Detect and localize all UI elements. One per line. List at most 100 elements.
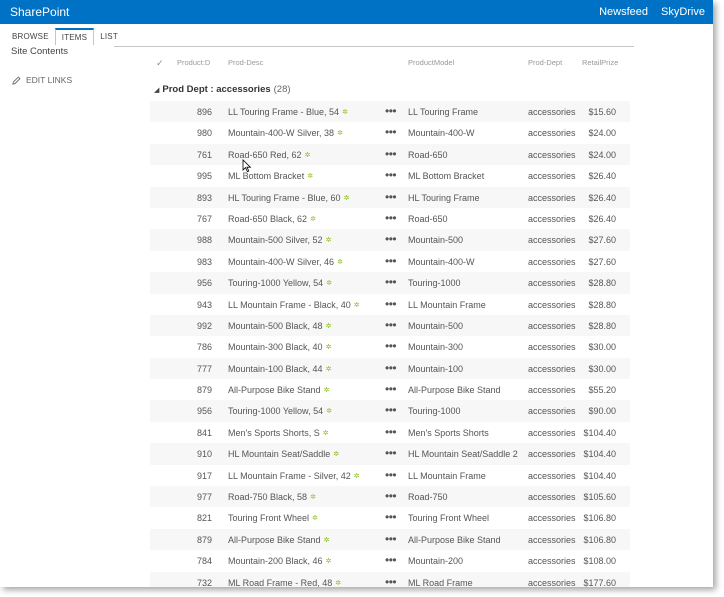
item-menu-ellipsis-icon[interactable]: ••• (385, 403, 397, 417)
item-menu-ellipsis-icon[interactable]: ••• (385, 532, 397, 546)
table-row[interactable]: 943 LL Mountain Frame - Black, 40 ✲ ••• LL M… (150, 294, 630, 315)
item-menu-ellipsis-icon[interactable]: ••• (385, 510, 397, 524)
cell-prod-desc-link[interactable]: Mountain-500 Silver, 52 ✲ (228, 235, 331, 245)
table-row[interactable]: 879 All-Purpose Bike Stand ✲ ••• All-Purpose… (150, 528, 630, 551)
cell-product-model: Touring-1000 (408, 278, 461, 289)
item-menu-ellipsis-icon[interactable]: ••• (385, 489, 397, 503)
table-row[interactable]: 956 Touring-1000 Yellow, 54 ✲ ••• Touring-10… (150, 272, 630, 294)
item-menu-ellipsis-icon[interactable]: ••• (385, 318, 397, 332)
group-header-accessories[interactable]: ◢ Prod Dept : accessories (28) (154, 84, 291, 95)
cell-prod-desc-link[interactable]: Mountain-200 Black, 46 ✲ (228, 556, 331, 566)
table-row[interactable]: 896 LL Touring Frame - Blue, 54 ✲ ••• LL Tou… (150, 101, 630, 123)
cell-prod-desc-link[interactable]: ML Bottom Bracket ✲ (228, 171, 313, 181)
item-menu-ellipsis-icon[interactable]: ••• (385, 168, 397, 182)
item-menu-ellipsis-icon[interactable]: ••• (385, 297, 397, 311)
item-menu-ellipsis-icon[interactable]: ••• (385, 339, 397, 353)
cell-prod-desc-link[interactable]: Road-750 Black, 58 ✲ (228, 492, 316, 502)
cell-prod-desc-link[interactable]: LL Touring Frame - Blue, 54 ✲ (228, 107, 348, 117)
cell-prod-desc-link[interactable]: Mountain-300 Black, 40 ✲ (228, 342, 331, 352)
newsfeed-link[interactable]: Newsfeed (599, 6, 648, 18)
table-row[interactable]: 995 ML Bottom Bracket ✲ ••• ML Bottom Bracke… (150, 165, 630, 186)
item-menu-ellipsis-icon[interactable]: ••• (385, 553, 397, 567)
item-menu-ellipsis-icon[interactable]: ••• (385, 147, 397, 161)
cell-product-id: 761 (196, 149, 212, 160)
table-row[interactable]: 879 All-Purpose Bike Stand ✲ ••• All-Purpose… (150, 379, 630, 400)
table-row[interactable]: 917 LL Mountain Frame - Silver, 42 ✲ ••• LL … (150, 465, 630, 486)
item-menu-ellipsis-icon[interactable]: ••• (385, 211, 397, 225)
cell-prod-desc-link[interactable]: Touring Front Wheel ✲ (228, 513, 318, 523)
table-row[interactable]: 761 Road-650 Red, 62 ✲ ••• Road-650 accessori… (150, 143, 630, 166)
cell-product-model: All-Purpose Bike Stand (408, 534, 501, 545)
cell-prod-desc-link[interactable]: Mountain-400-W Silver, 46 ✲ (228, 257, 343, 267)
cell-prod-desc-link[interactable]: Road-650 Red, 62 ✲ (228, 150, 310, 160)
table-row[interactable]: 777 Mountain-100 Black, 44 ✲ ••• Mountain-10… (150, 357, 630, 380)
cell-prod-desc-link[interactable]: All-Purpose Bike Stand ✲ (228, 535, 329, 545)
cell-prod-dept: accessories (528, 299, 576, 310)
table-row[interactable]: 988 Mountain-500 Silver, 52 ✲ ••• Mountain-5… (150, 229, 630, 251)
column-header-prod-dept[interactable]: Prod-Dept (528, 58, 562, 67)
tab-items[interactable]: ITEMS (54, 28, 95, 45)
cell-prod-desc-link[interactable]: ML Road Frame - Red, 48 ✲ (228, 578, 341, 587)
item-menu-ellipsis-icon[interactable]: ••• (385, 468, 397, 482)
edit-links-button[interactable]: EDIT LINKS (12, 75, 72, 85)
cell-prod-desc-link[interactable]: Men's Sports Shorts, S ✲ (228, 428, 329, 438)
cell-prod-desc-link[interactable]: Mountain-400-W Silver, 38 ✲ (228, 128, 343, 138)
column-header-retail-price[interactable]: RetailPrize (582, 58, 618, 67)
item-menu-ellipsis-icon[interactable]: ••• (385, 575, 397, 587)
column-header-product-id[interactable]: Product:D (177, 58, 210, 67)
new-item-icon: ✲ (323, 536, 330, 544)
item-menu-ellipsis-icon[interactable]: ••• (385, 361, 397, 375)
skydrive-link[interactable]: SkyDrive (661, 6, 705, 18)
item-menu-ellipsis-icon[interactable]: ••• (385, 104, 397, 118)
item-menu-ellipsis-icon[interactable]: ••• (385, 232, 397, 246)
item-menu-ellipsis-icon[interactable]: ••• (385, 125, 397, 139)
cell-retail-price: $105.60 (583, 492, 616, 503)
cell-prod-desc-link[interactable]: Touring-1000 Yellow, 54 ✲ (228, 406, 332, 416)
table-row[interactable]: 956 Touring-1000 Yellow, 54 ✲ ••• Touring-10… (150, 400, 630, 422)
prod-desc-text: Touring Front Wheel (228, 513, 310, 524)
cell-prod-desc-link[interactable]: Mountain-500 Black, 48 ✲ (228, 321, 331, 331)
tab-list[interactable]: LIST (94, 28, 124, 45)
cell-prod-desc-link[interactable]: HL Mountain Seat/Saddle ✲ (228, 449, 339, 459)
cell-prod-desc-link[interactable]: HL Touring Frame - Blue, 60 ✲ (228, 193, 349, 203)
table-row[interactable]: 983 Mountain-400-W Silver, 46 ✲ ••• Mountain… (150, 251, 630, 272)
table-row[interactable]: 732 ML Road Frame - Red, 48 ✲ ••• ML Road Fr… (150, 571, 630, 587)
item-menu-ellipsis-icon[interactable]: ••• (385, 425, 397, 439)
pencil-icon (12, 75, 21, 85)
table-row[interactable]: 992 Mountain-500 Black, 48 ✲ ••• Mountain-50… (150, 314, 630, 337)
table-row[interactable]: 784 Mountain-200 Black, 46 ✲ ••• Mountain-20… (150, 550, 630, 571)
item-menu-ellipsis-icon[interactable]: ••• (385, 190, 397, 204)
item-menu-ellipsis-icon[interactable]: ••• (385, 275, 397, 289)
new-item-icon: ✲ (333, 451, 340, 459)
column-header-product-model[interactable]: ProductModel (408, 58, 454, 67)
cell-prod-desc-link[interactable]: LL Mountain Frame - Black, 40 ✲ (228, 300, 360, 310)
select-all-check[interactable]: ✓ (156, 58, 164, 69)
item-menu-ellipsis-icon[interactable]: ••• (385, 254, 397, 268)
item-menu-ellipsis-icon[interactable]: ••• (385, 382, 397, 396)
table-row[interactable]: 893 HL Touring Frame - Blue, 60 ✲ ••• HL Tou… (150, 186, 630, 208)
item-menu-ellipsis-icon[interactable]: ••• (385, 446, 397, 460)
sharepoint-brand[interactable]: SharePoint (0, 5, 69, 19)
table-row[interactable]: 821 Touring Front Wheel ✲ ••• Touring Front … (150, 507, 630, 528)
table-row[interactable]: 767 Road-650 Black, 62 ✲ ••• Road-650 accesso… (150, 208, 630, 229)
cell-prod-dept: accessories (528, 213, 576, 224)
cell-prod-desc-link[interactable]: All-Purpose Bike Stand ✲ (228, 385, 329, 395)
cell-retail-price: $15.60 (588, 107, 616, 117)
cell-prod-desc-link[interactable]: Mountain-100 Black, 44 ✲ (228, 364, 331, 374)
cell-prod-desc-link[interactable]: Road-650 Black, 62 ✲ (228, 214, 316, 224)
tab-browse[interactable]: BROWSE (6, 28, 55, 45)
table-row[interactable]: 980 Mountain-400-W Silver, 38 ✲ ••• Mountain… (150, 122, 630, 143)
cell-prod-desc-link[interactable]: Touring-1000 Yellow, 54 ✲ (228, 278, 332, 288)
new-item-icon: ✲ (307, 173, 314, 181)
cell-prod-dept: accessories (528, 449, 576, 460)
table-row[interactable]: 910 HL Mountain Seat/Saddle ✲ ••• HL Mountai… (150, 443, 630, 465)
table-row[interactable]: 977 Road-750 Black, 58 ✲ ••• Road-750 accesso… (150, 486, 630, 508)
collapse-triangle-icon[interactable]: ◢ (154, 86, 159, 94)
table-row[interactable]: 841 Men's Sports Shorts, S ✲ ••• Men's Sport… (150, 422, 630, 443)
table-row[interactable]: 786 Mountain-300 Black, 40 ✲ ••• Mountain-30… (150, 336, 630, 357)
column-header-prod-desc[interactable]: Prod-Desc (228, 58, 263, 67)
cell-prod-desc-link[interactable]: LL Mountain Frame - Silver, 42 ✲ (228, 471, 360, 481)
cell-product-model: Mountain-200 (408, 556, 464, 567)
cell-product-id: 893 (196, 192, 212, 203)
site-contents-link[interactable]: Site Contents (11, 46, 68, 57)
